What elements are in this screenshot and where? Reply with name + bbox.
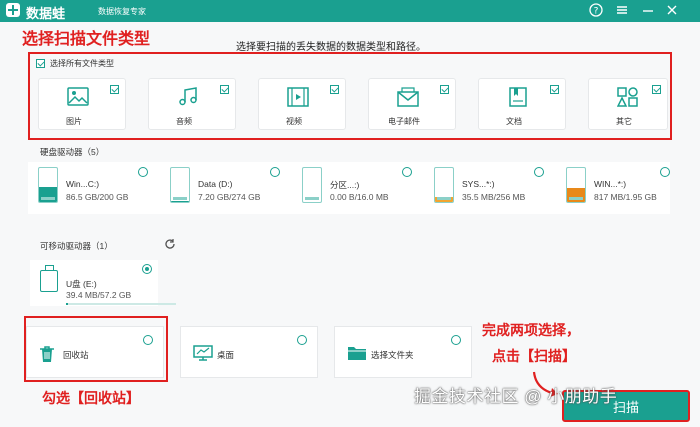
annotation-check-recycle: 勾选【回收站】 — [42, 390, 140, 406]
hard-drive-icon — [434, 167, 454, 203]
location-recycle-bin[interactable]: 回收站 — [26, 326, 164, 378]
drive-name: Data (D:) — [198, 179, 233, 189]
other-icon — [616, 87, 639, 109]
file-type-email[interactable]: 电子邮件 — [368, 78, 456, 130]
file-type-checkbox[interactable] — [440, 85, 449, 94]
select-all-label: 选择所有文件类型 — [50, 59, 114, 68]
usb-usage-bar — [66, 303, 176, 305]
file-type-label: 图片 — [66, 117, 82, 126]
location-select-folder[interactable]: 选择文件夹 — [334, 326, 472, 378]
removable-drives-label: 可移动驱动器（1） — [40, 241, 113, 251]
image-icon — [67, 87, 89, 109]
usb-drive-card[interactable]: U盘 (E:) 39.4 MB/57.2 GB — [30, 260, 176, 306]
file-type-label: 视频 — [286, 117, 302, 126]
hard-drive-icon — [566, 167, 586, 203]
close-icon[interactable] — [664, 3, 680, 19]
file-type-checkbox[interactable] — [220, 85, 229, 94]
app-subtitle: 数据恢复专家 — [98, 7, 146, 16]
main-panel: 选择扫描文件类型 选择要扫描的丢失数据的数据类型和路径。 选择所有文件类型 图片… — [0, 22, 700, 427]
file-type-checkbox[interactable] — [110, 85, 119, 94]
drive-radio[interactable] — [534, 167, 544, 177]
instruction-text: 选择要扫描的丢失数据的数据类型和路径。 — [236, 42, 426, 53]
app-name: 数据蛙 — [26, 6, 66, 21]
annotation-scan-line2: 点击【扫描】 — [492, 348, 576, 364]
minimize-icon[interactable] — [640, 3, 656, 19]
drive-name: SYS...*:) — [462, 179, 495, 189]
file-type-other[interactable]: 其它 — [588, 78, 668, 130]
menu-icon[interactable] — [614, 3, 630, 19]
drive-name: Win...C:) — [66, 179, 100, 189]
drive-size: 817 MB/1.95 GB — [594, 192, 657, 202]
location-name: 回收站 — [63, 350, 89, 360]
hard-drive-icon — [302, 167, 322, 203]
usb-drive-icon — [40, 265, 58, 292]
music-icon — [177, 87, 199, 109]
file-type-label: 其它 — [616, 117, 632, 126]
file-type-video[interactable]: 视频 — [258, 78, 346, 130]
drive-radio[interactable] — [270, 167, 280, 177]
video-icon — [287, 87, 309, 109]
drive-radio[interactable] — [660, 167, 670, 177]
document-icon — [507, 87, 529, 109]
usb-drive-name: U盘 (E:) — [66, 279, 97, 289]
hard-drive-icon — [170, 167, 190, 203]
refresh-icon[interactable] — [164, 238, 176, 253]
file-type-label: 电子邮件 — [388, 117, 420, 126]
watermark: 掘金技术社区 @ 小朋助手 — [414, 387, 618, 406]
file-type-audio[interactable]: 音频 — [148, 78, 236, 130]
file-type-checkbox[interactable] — [330, 85, 339, 94]
usb-drive-size: 39.4 MB/57.2 GB — [66, 290, 132, 300]
drive-card[interactable]: Win...C:) 86.5 GB/200 GB — [28, 167, 148, 213]
drive-radio[interactable] — [402, 167, 412, 177]
drive-size: 35.5 MB/256 MB — [462, 192, 526, 202]
drive-usage-fill — [171, 200, 189, 202]
file-type-label: 音频 — [176, 117, 192, 126]
checkbox[interactable] — [36, 59, 45, 68]
file-type-image[interactable]: 图片 — [38, 78, 126, 130]
location-name: 选择文件夹 — [371, 350, 414, 360]
folder-icon — [347, 345, 367, 363]
location-radio[interactable] — [143, 335, 153, 345]
file-type-checkbox[interactable] — [652, 85, 661, 94]
usb-drive-radio[interactable] — [142, 264, 152, 274]
drive-card[interactable]: WIN...*:) 817 MB/1.95 GB — [556, 167, 676, 213]
location-radio[interactable] — [297, 335, 307, 345]
location-name: 桌面 — [217, 350, 235, 360]
hard-drive-icon — [38, 167, 58, 203]
hard-drives-label: 硬盘驱动器（5） — [40, 147, 105, 157]
file-type-label: 文档 — [506, 117, 522, 126]
help-icon[interactable]: ? — [588, 3, 604, 19]
drive-size: 86.5 GB/200 GB — [66, 192, 129, 202]
svg-text:?: ? — [594, 7, 599, 17]
email-icon — [397, 87, 419, 109]
desktop-icon — [193, 345, 213, 363]
app-logo-icon — [6, 3, 20, 17]
drive-size: 0.00 B/16.0 MB — [330, 192, 389, 202]
drive-card[interactable]: Data (D:) 7.20 GB/274 GB — [160, 167, 280, 213]
title-bar: 数据蛙 数据恢复专家 ? — [0, 0, 700, 22]
drive-radio[interactable] — [138, 167, 148, 177]
drive-name: WIN...*:) — [594, 179, 627, 189]
location-radio[interactable] — [451, 335, 461, 345]
drive-card[interactable]: SYS...*:) 35.5 MB/256 MB — [424, 167, 544, 213]
trash-icon — [39, 345, 55, 365]
select-all-checkbox[interactable]: 选择所有文件类型 — [36, 58, 114, 69]
file-type-checkbox[interactable] — [550, 85, 559, 94]
annotation-select-types: 选择扫描文件类型 — [22, 31, 151, 48]
file-type-document[interactable]: 文档 — [478, 78, 566, 130]
drive-card[interactable]: 分区...:) 0.00 B/16.0 MB — [292, 167, 412, 213]
annotation-scan-line1: 完成两项选择， — [482, 322, 580, 338]
drive-name: 分区...:) — [330, 180, 360, 190]
drive-size: 7.20 GB/274 GB — [198, 192, 261, 202]
location-desktop[interactable]: 桌面 — [180, 326, 318, 378]
